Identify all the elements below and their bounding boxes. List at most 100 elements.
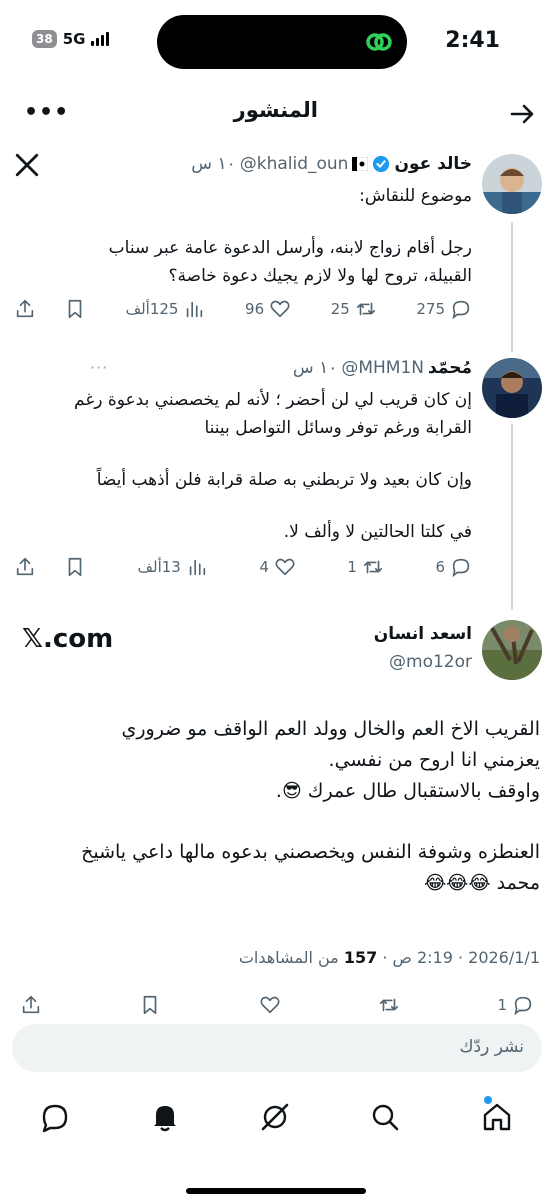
home-icon[interactable]: [480, 1100, 514, 1134]
post-time: ١٠ س: [292, 358, 338, 378]
notification-dot: [484, 1096, 492, 1104]
post-clock: 2:19 ص: [392, 948, 453, 967]
thread-line: [511, 424, 513, 610]
verified-badge-icon: [373, 155, 390, 173]
text-line: رجل أقام زواج لابنه، وأرسل الدعوة عامة ع…: [108, 238, 472, 258]
heart-icon: [270, 300, 290, 318]
thread-line: [511, 222, 513, 352]
share-icon[interactable]: [14, 556, 36, 578]
post-actions: 275 25 96 125ألف: [14, 298, 472, 320]
reply-icon: [514, 996, 532, 1016]
text-line: محمد 😂😂😂: [423, 872, 540, 894]
link-icon: [366, 33, 392, 51]
reply-count: 1: [497, 996, 507, 1014]
text-line: في كلتا الحالتين لا وألف لا.: [283, 522, 472, 542]
views-count: 125ألف: [125, 300, 179, 318]
status-left: 38 5G: [32, 30, 110, 48]
post-actions: 6 1 4 13ألف: [14, 556, 472, 578]
text-line: واوقف بالاستقبال طال عمرك 😎.: [275, 780, 540, 802]
repost-count: 25: [330, 300, 350, 318]
search-icon[interactable]: [368, 1100, 402, 1134]
post-actions: 1: [20, 994, 534, 1016]
text-line: القرابة ورغم توفر وسائل التواصل بيننا: [204, 418, 472, 438]
avatar[interactable]: [482, 154, 542, 214]
bottom-nav: [0, 1092, 554, 1194]
author-row: اسعد انسان: [374, 624, 472, 644]
reply-button[interactable]: 1: [497, 994, 534, 1016]
heart-icon: [275, 558, 295, 576]
bookmark-icon[interactable]: [64, 298, 86, 320]
views-button[interactable]: 125ألف: [126, 298, 206, 320]
dynamic-island: [157, 15, 407, 69]
post-text: إن كان قريب لي لن أحضر ؛ لأنه لم يخصصني …: [32, 386, 472, 546]
reply-count: 275: [416, 300, 445, 318]
repost-count: 1: [347, 558, 357, 576]
like-button[interactable]: 96: [245, 298, 291, 320]
post-text: القريب الاخ العم والخال وولد العم الواقف…: [10, 714, 540, 899]
reply-input[interactable]: نشر ردّك: [12, 1024, 542, 1072]
reply-icon: [452, 558, 470, 578]
post-header: المنشور •••: [0, 92, 554, 136]
bookmark-icon[interactable]: [139, 994, 161, 1016]
share-icon[interactable]: [20, 994, 42, 1016]
views-button[interactable]: 13ألف: [138, 556, 208, 578]
repost-button[interactable]: 25: [331, 298, 377, 320]
views-count: 13ألف: [137, 558, 181, 576]
messages-icon[interactable]: [38, 1100, 72, 1134]
handle-row: @mo12or: [389, 652, 472, 672]
reply-count: 6: [435, 558, 445, 576]
status-bar: 38 5G 2:41: [0, 0, 554, 86]
xcom-watermark: 𝕏.com: [22, 624, 114, 654]
heart-icon[interactable]: [259, 994, 281, 1016]
avatar[interactable]: [482, 358, 542, 418]
views-count: 157: [343, 948, 378, 967]
views-icon: [187, 301, 203, 318]
grok-icon[interactable]: [258, 1100, 292, 1134]
reply-button[interactable]: 275: [416, 298, 472, 320]
author-name[interactable]: اسعد انسان: [374, 624, 472, 644]
like-count: 4: [259, 558, 269, 576]
reply-placeholder: نشر ردّك: [459, 1037, 524, 1057]
flag-icon: [351, 156, 369, 172]
text-line: إن كان قريب لي لن أحضر ؛ لأنه لم يخصصني …: [74, 390, 472, 410]
repost-icon: [356, 302, 375, 316]
post-text: موضوع للنقاش: رجل أقام زواج لابنه، وأرسل…: [32, 182, 472, 290]
secondary-actions: [14, 298, 86, 320]
more-options-icon[interactable]: ···: [90, 358, 108, 377]
text-line: يعزمني انا اروح من نفسي.: [328, 749, 540, 771]
post-time: ١٠ س: [191, 154, 236, 174]
notifications-icon[interactable]: [148, 1100, 182, 1134]
views-icon: [189, 559, 206, 576]
repost-button[interactable]: 1: [347, 556, 384, 578]
back-arrow-icon[interactable]: [508, 100, 536, 128]
author-name[interactable]: خالد عون: [394, 154, 472, 174]
quoted-post-1[interactable]: خالد عون @khalid_oun ١٠ س موضوع للنقاش: …: [0, 150, 554, 352]
status-time: 2:41: [445, 28, 500, 53]
share-icon[interactable]: [14, 298, 36, 320]
more-options-icon[interactable]: •••: [24, 100, 69, 125]
text-line: موضوع للنقاش:: [359, 186, 472, 206]
author-handle: @MHM1N: [341, 358, 424, 378]
home-indicator: [186, 1188, 366, 1194]
views-label: من المشاهدات: [238, 948, 339, 967]
battery-indicator: 38: [32, 30, 57, 48]
author-handle: @mo12or: [389, 652, 472, 672]
reply-icon: [452, 300, 470, 320]
text-line: وإن كان بعيد ولا تربطني به صلة قرابة فلن…: [96, 470, 472, 490]
quoted-post-2[interactable]: مُحمّد @MHM1N ١٠ س ··· إن كان قريب لي لن…: [0, 356, 554, 610]
post-date: 2026/1/1: [468, 948, 540, 967]
like-button[interactable]: 4: [259, 556, 296, 578]
post-meta: 2026/1/1 · 2:19 ص · 157 من المشاهدات: [238, 948, 540, 967]
like-count: 96: [245, 300, 265, 318]
text-line: القبيلة، تروح لها ولا لازم يجيك دعوة خاص…: [168, 266, 472, 286]
avatar[interactable]: [482, 620, 542, 680]
page-title: المنشور: [233, 98, 318, 122]
text-line: العنطزه وشوفة النفس ويخصصني بدعوه مالها …: [81, 841, 540, 863]
author-name[interactable]: مُحمّد: [428, 358, 472, 378]
reply-button[interactable]: 6: [435, 556, 472, 578]
repost-icon[interactable]: [378, 994, 400, 1016]
text-line: القريب الاخ العم والخال وولد العم الواقف…: [121, 718, 540, 740]
bookmark-icon[interactable]: [64, 556, 86, 578]
secondary-actions: [14, 556, 86, 578]
network-label: 5G: [62, 30, 86, 48]
